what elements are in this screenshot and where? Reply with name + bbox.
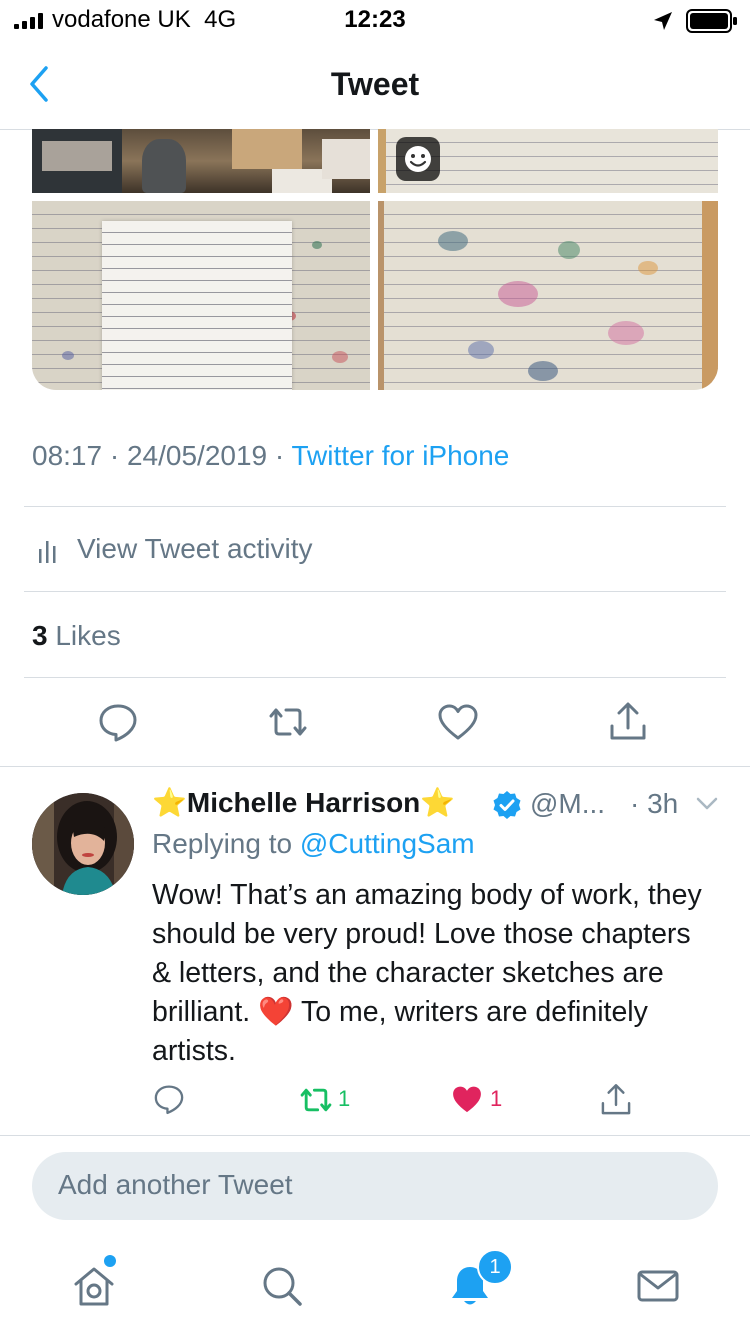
reply-author-handle[interactable]: @M... xyxy=(530,788,605,820)
avatar[interactable] xyxy=(32,793,134,895)
view-tweet-activity-button[interactable]: View Tweet activity xyxy=(24,507,726,591)
reply-retweet-button[interactable]: 1 xyxy=(298,1082,358,1118)
verified-badge-icon xyxy=(493,791,521,819)
home-tab-icon[interactable] xyxy=(70,1262,118,1310)
reply-retweet-count: 1 xyxy=(338,1086,351,1111)
status-bar: vodafone UK 4G 12:23 xyxy=(0,0,750,40)
tweet-source-link[interactable]: Twitter for iPhone xyxy=(292,440,510,471)
reply-header: ⭐Michelle Harrison⭐ @M... · 3h xyxy=(152,786,732,826)
media-photo-handwritten-story[interactable] xyxy=(378,129,718,193)
reply-like-count: 1 xyxy=(490,1086,503,1111)
likes-label: Likes xyxy=(55,620,121,651)
avatar-portrait xyxy=(32,793,134,895)
letter-card xyxy=(102,221,292,390)
divider xyxy=(0,766,750,767)
reply-timestamp: · 3h xyxy=(630,788,679,819)
tweet-time: 08:17 xyxy=(32,440,103,471)
retweet-icon[interactable] xyxy=(266,700,310,744)
like-heart-icon[interactable] xyxy=(436,700,480,744)
tweet-date: 24/05/2019 xyxy=(126,440,268,471)
messages-envelope-icon[interactable] xyxy=(634,1262,682,1310)
notification-badge: 1 xyxy=(477,1249,513,1285)
view-tweet-activity-label: View Tweet activity xyxy=(77,533,313,564)
share-icon xyxy=(601,1084,631,1115)
replying-to-mention[interactable]: @CuttingSam xyxy=(300,828,475,859)
smiley-icon xyxy=(405,146,431,172)
location-arrow-icon xyxy=(654,12,672,30)
divider xyxy=(24,591,726,592)
search-tab-icon[interactable] xyxy=(258,1262,306,1310)
status-time: 12:23 xyxy=(344,6,406,33)
media-photo-letter-dearest-granny[interactable] xyxy=(32,201,370,390)
media-photo-classroom[interactable] xyxy=(32,129,370,193)
add-another-tweet-input[interactable]: Add another Tweet xyxy=(32,1152,718,1220)
reply-like-button[interactable]: 1 xyxy=(450,1082,510,1118)
battery-icon xyxy=(686,9,737,33)
bar-chart-icon xyxy=(39,541,56,563)
compose-placeholder: Add another Tweet xyxy=(58,1169,293,1200)
share-icon[interactable] xyxy=(606,700,650,744)
replying-to: Replying to @CuttingSam xyxy=(152,828,475,859)
media-photo-paint-splattered-story[interactable] xyxy=(378,201,718,390)
divider xyxy=(24,677,726,678)
tweet-timestamp: 08:17 · 24/05/2019 · Twitter for iPhone xyxy=(32,440,510,471)
reply-share-button[interactable] xyxy=(598,1082,634,1118)
like-heart-filled-icon xyxy=(453,1086,481,1113)
likes-count: 3 xyxy=(32,620,48,651)
reply-author-name[interactable]: ⭐Michelle Harrison⭐ xyxy=(152,786,455,819)
reply-icon xyxy=(154,1085,184,1115)
chevron-down-icon[interactable] xyxy=(696,796,718,812)
new-tweets-dot xyxy=(104,1255,116,1267)
navigation-bar: Tweet xyxy=(0,40,750,130)
divider xyxy=(0,1135,750,1136)
page-title: Tweet xyxy=(330,66,420,102)
reply-icon[interactable] xyxy=(96,700,140,744)
likes-count-button[interactable]: 3 Likes xyxy=(32,620,121,652)
reply-text: Wow! That’s an amazing body of work, the… xyxy=(152,879,702,1067)
retweet-icon xyxy=(300,1088,332,1112)
reply-reply-button[interactable] xyxy=(152,1082,188,1118)
sticker-button[interactable] xyxy=(396,137,440,181)
tweet-media-grid xyxy=(32,129,718,390)
